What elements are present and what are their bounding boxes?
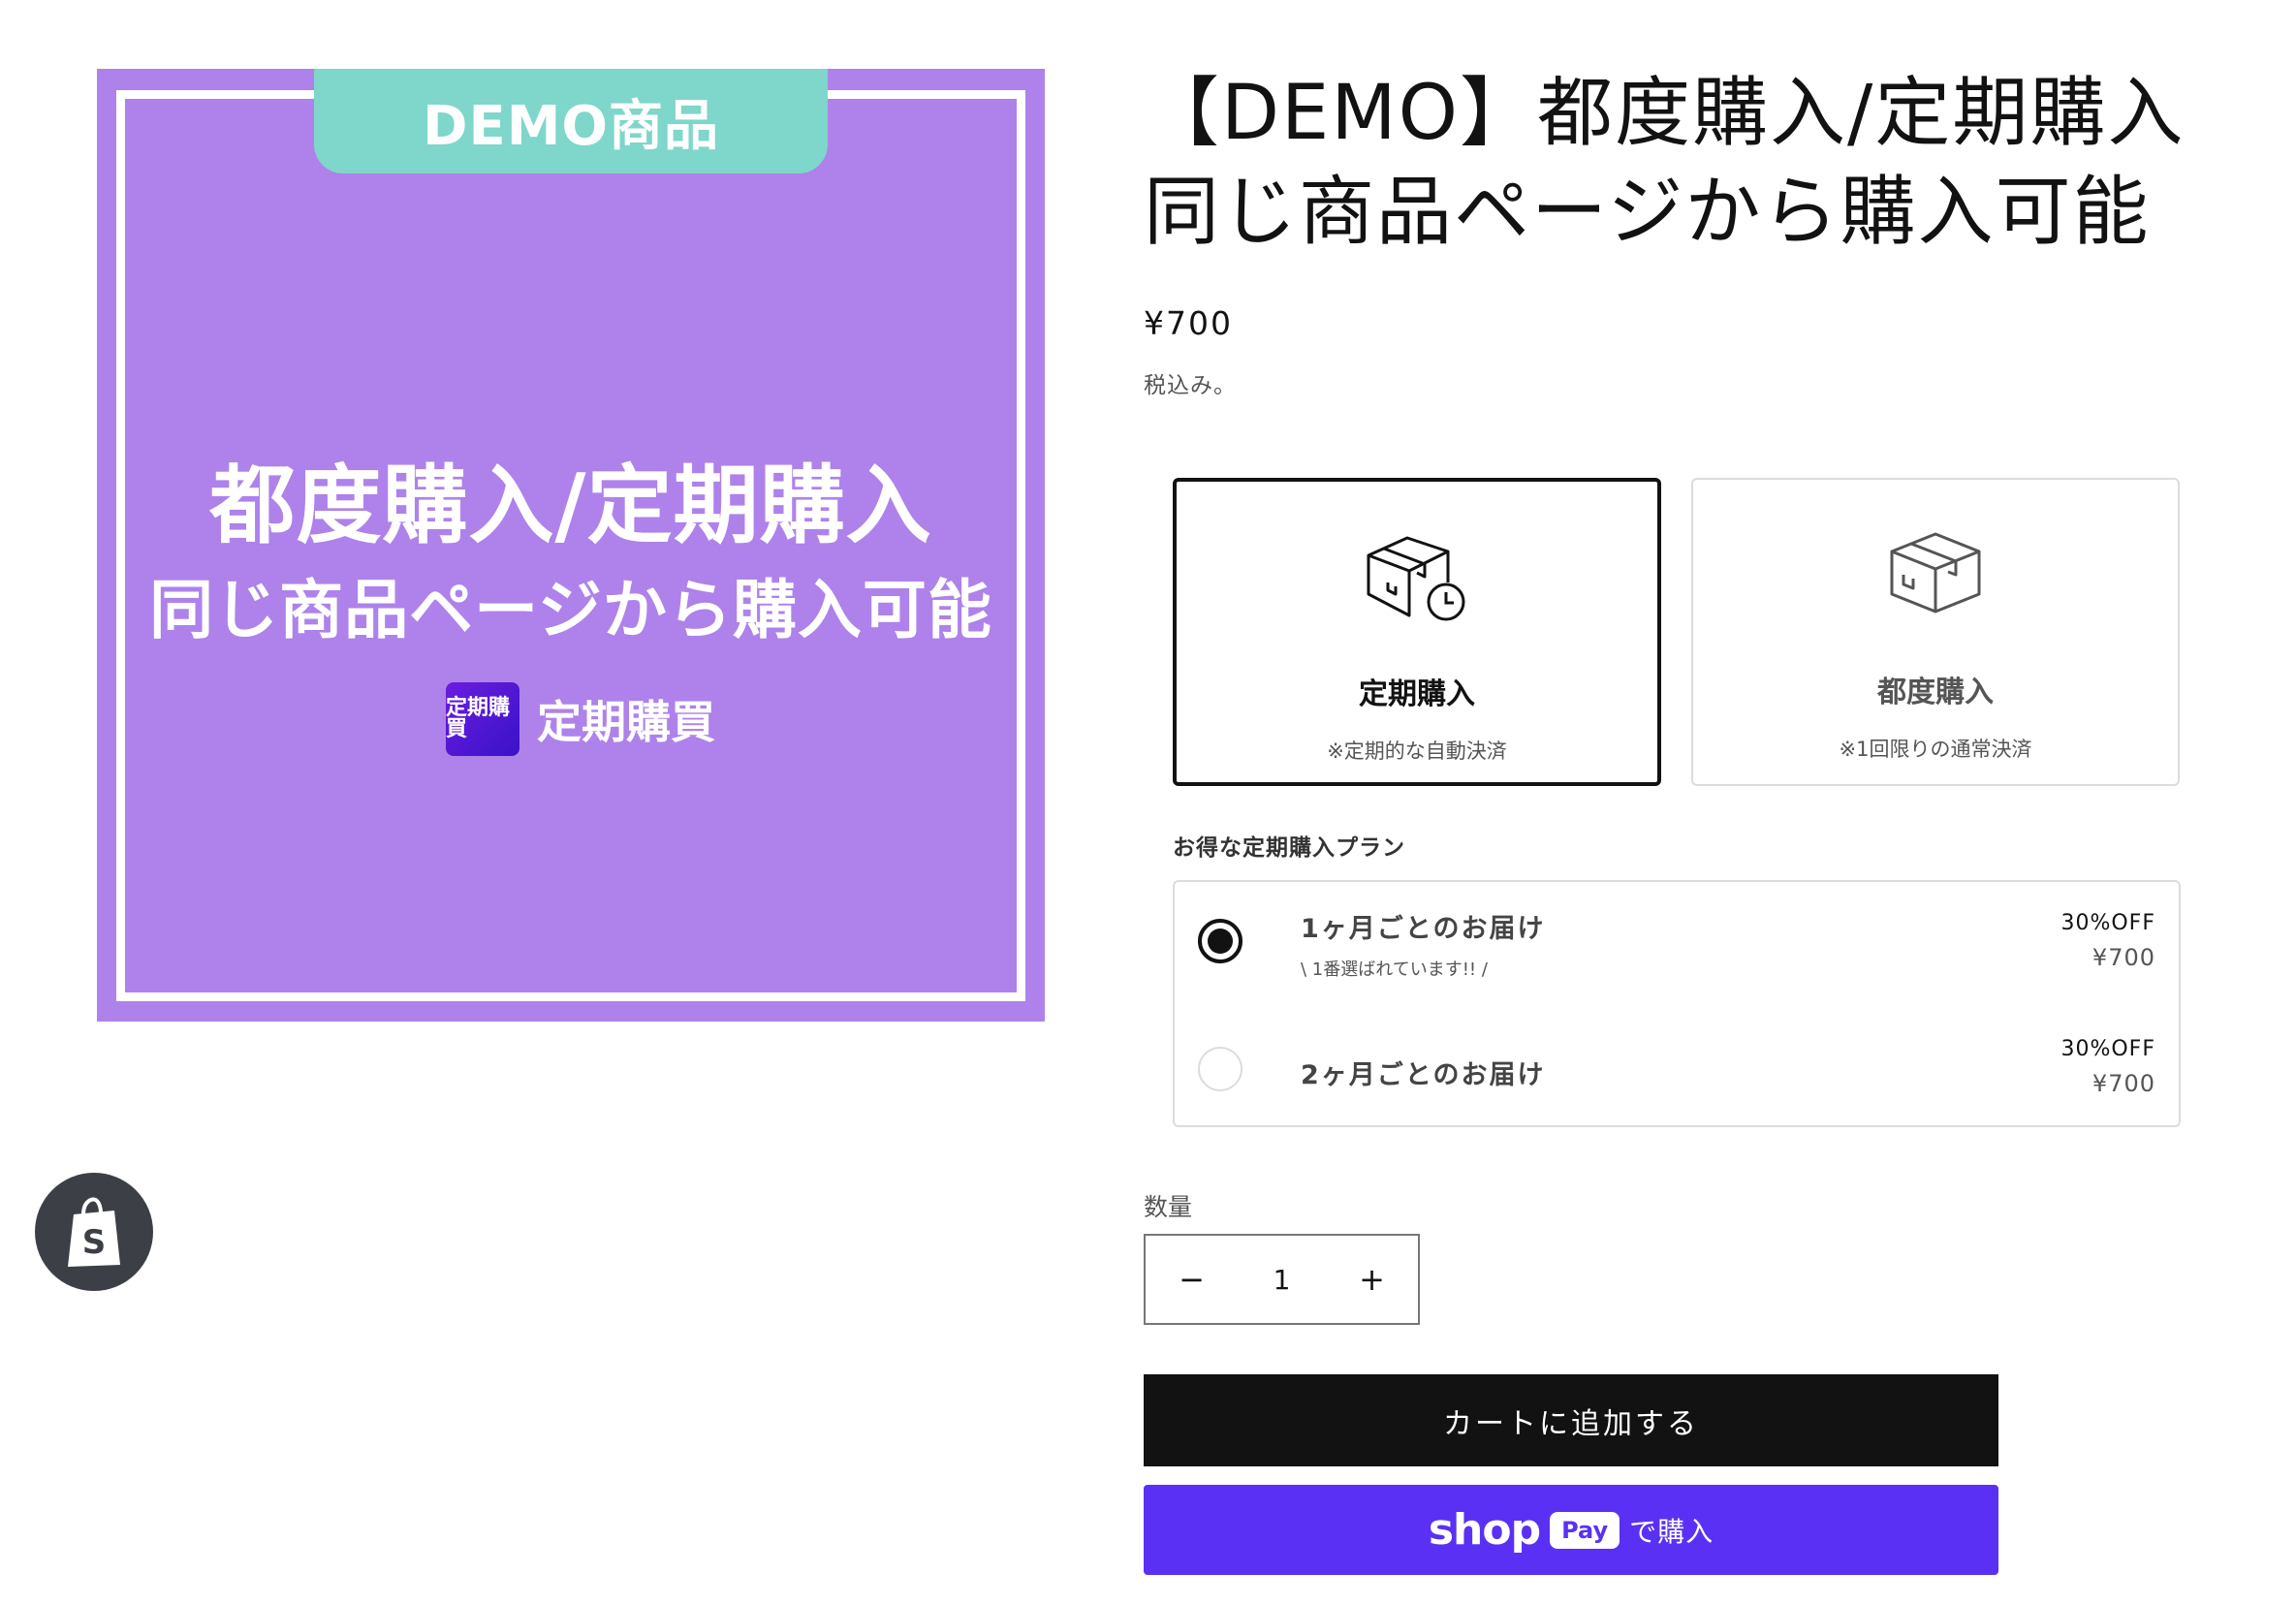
brand-logo: 定期購買 [446, 682, 519, 756]
shop-pay-buy-label: で購入 [1629, 1515, 1714, 1548]
plan-price: ¥700 [2092, 1070, 2155, 1097]
shop-pay-logo-text: shop [1428, 1505, 1541, 1555]
plan-radio[interactable] [1198, 1047, 1242, 1091]
plan-option-2-month[interactable]: 2ヶ月ごとのお届け 30%OFF ¥700 [1175, 1008, 2179, 1129]
quantity-input[interactable] [1238, 1262, 1326, 1297]
plans-heading: お得な定期購入プラン [1173, 835, 1405, 861]
shop-pay-pill: Pay [1550, 1511, 1620, 1549]
plan-name: 1ヶ月ごとのお届け [1301, 914, 1546, 944]
one-time-option-note: ※1回限りの通常決済 [1839, 738, 2032, 761]
one-time-option-card[interactable]: 都度購入 ※1回限りの通常決済 [1691, 478, 2180, 786]
image-brand: 定期購買 定期購買 [446, 682, 715, 756]
product-price: ¥700 [1144, 304, 1233, 342]
plan-list: 1ヶ月ごとのお届け \ 1番選ばれています!! / 30%OFF ¥700 2ヶ… [1173, 880, 2181, 1127]
image-subheadline: 同じ商品ページから購入可能 [149, 573, 992, 647]
subscription-option-label: 定期購入 [1359, 677, 1475, 711]
quantity-label: 数量 [1144, 1193, 1193, 1221]
brand-name: 定期購買 [537, 696, 715, 748]
subscription-option-card[interactable]: 定期購入 ※定期的な自動決済 [1173, 478, 1661, 786]
product-image[interactable]: DEMO商品 都度購入/定期購入 同じ商品ページから購入可能 定期購買 定期購買 [97, 69, 1045, 1022]
image-headline: 都度購入/定期購入 [209, 456, 932, 555]
tax-note: 税込み。 [1144, 373, 1237, 398]
add-to-cart-button[interactable]: カートに追加する [1144, 1374, 1998, 1466]
plan-option-1-month[interactable]: 1ヶ月ごとのお届け \ 1番選ばれています!! / 30%OFF ¥700 [1175, 882, 2179, 1008]
subscription-option-note: ※定期的な自動決済 [1327, 740, 1507, 763]
plan-price: ¥700 [2092, 944, 2155, 971]
product-title: 【DEMO】都度購入/定期購入同じ商品ページから購入可能 [1144, 70, 2186, 256]
plan-discount: 30%OFF [2060, 1037, 2155, 1061]
one-time-option-label: 都度購入 [1877, 676, 1994, 709]
plan-tagline: \ 1番選ばれています!! / [1301, 960, 1488, 980]
svg-text:S: S [82, 1223, 107, 1262]
plan-discount: 30%OFF [2060, 911, 2155, 935]
box-clock-icon [1359, 526, 1475, 637]
shopify-badge[interactable]: S [35, 1173, 153, 1291]
shopify-bag-icon: S [68, 1197, 120, 1267]
quantity-increase-button[interactable]: + [1326, 1236, 1418, 1323]
plan-radio-checked[interactable] [1198, 919, 1242, 963]
box-icon [1882, 524, 1989, 625]
demo-tag: DEMO商品 [314, 69, 828, 173]
shop-pay-button[interactable]: shop Pay で購入 [1144, 1485, 1998, 1575]
quantity-stepper: − + [1144, 1234, 1420, 1325]
plan-name: 2ヶ月ごとのお届け [1301, 1060, 1546, 1090]
quantity-decrease-button[interactable]: − [1146, 1236, 1238, 1323]
